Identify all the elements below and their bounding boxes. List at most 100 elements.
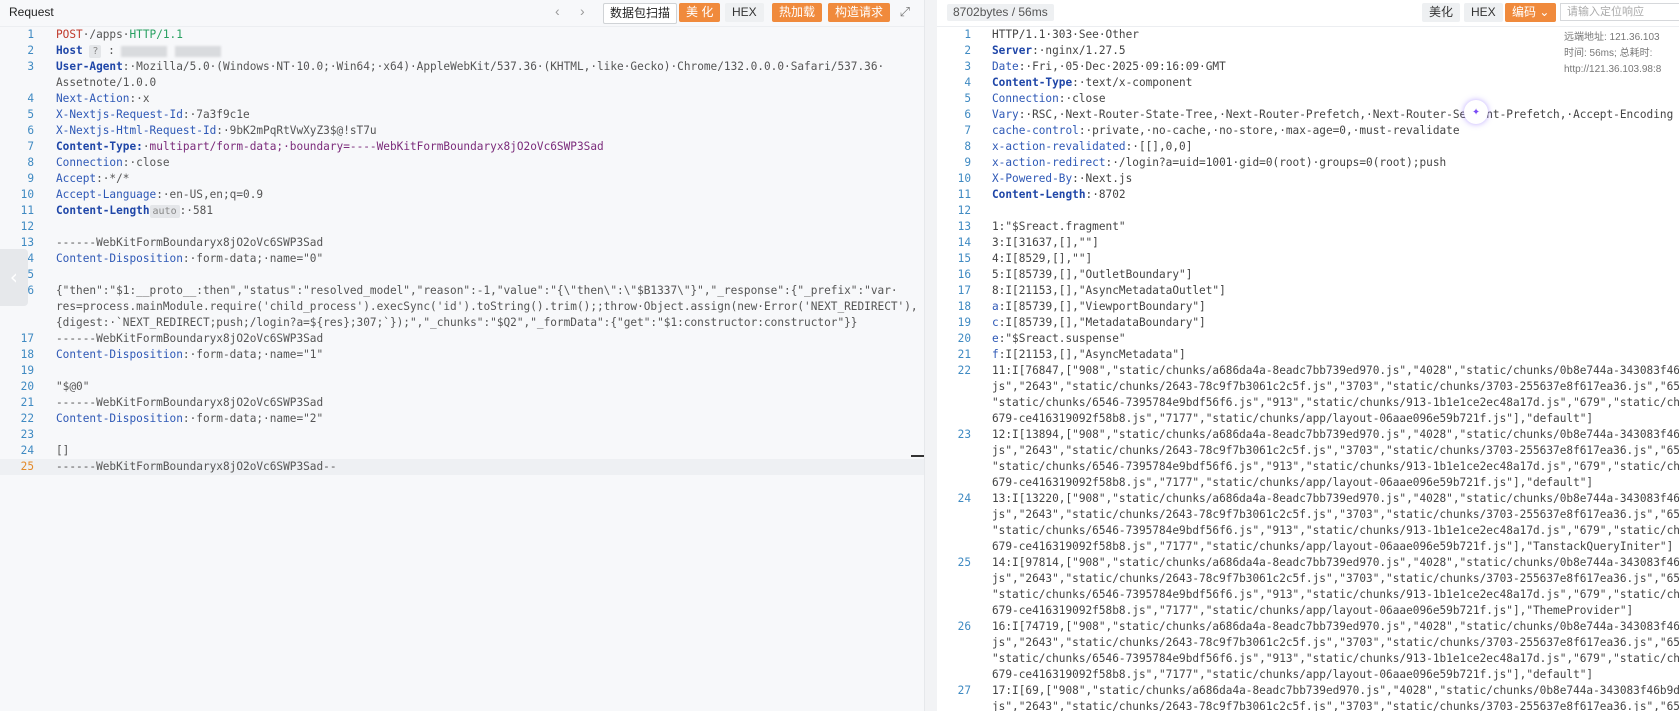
line-number: 7 — [27, 140, 34, 153]
line-content: ------WebKitFormBoundaryx8jO2oVc6SWP3Sad… — [56, 460, 337, 473]
line-number: 23 — [957, 428, 971, 441]
response-hex-button[interactable]: HEX — [1464, 3, 1503, 22]
collapse-left-arrow-icon[interactable]: ‹ — [0, 249, 28, 306]
line-number: 11 — [20, 204, 34, 217]
expand-icon[interactable]: ⤢ — [900, 4, 910, 20]
code-line: 5 Connection:·close — [937, 91, 1679, 107]
code-line: 27 17:I[69,["908","static/chunks/a686da4a… — [937, 683, 1679, 699]
beautify-button[interactable]: 美 化 — [679, 3, 721, 22]
code-line: {digest:·`NEXT_REDIRECT;push;/login?a=${… — [0, 315, 924, 331]
line-content: "static/chunks/6546-7395784e9bdf56f6.js"… — [992, 460, 1679, 473]
line-content: js","2643","static/chunks/2643-78c9f7b30… — [992, 700, 1679, 711]
line-content: Content-Type:·text/x-component — [992, 76, 1193, 89]
pane-splitter[interactable] — [925, 0, 937, 711]
line-content: HTTP/1.1·303·See·Other — [992, 28, 1139, 41]
line-content: Accept-Language:·en-US,en;q=0.9 — [56, 188, 264, 201]
code-line: 9 Accept:·*/* — [0, 171, 924, 187]
line-content: "static/chunks/6546-7395784e9bdf56f6.js"… — [992, 588, 1679, 601]
line-content: User-Agent:·Mozilla/5.0·(Windows·NT·10.0… — [56, 60, 885, 73]
previous-arrow-icon[interactable]: ‹ — [555, 3, 560, 19]
code-line: 679-ce416319092f58b8.js","7177","static/… — [937, 539, 1679, 555]
line-content: "static/chunks/6546-7395784e9bdf56f6.js"… — [992, 652, 1679, 665]
line-number: 19 — [957, 316, 971, 329]
line-number: 14 — [957, 236, 971, 249]
line-number: 25 — [957, 556, 971, 569]
line-number: 5 — [964, 92, 971, 105]
hot-load-button[interactable]: 热加载 — [772, 3, 823, 22]
code-line: 17 ------WebKitFormBoundaryx8jO2oVc6SWP3S… — [0, 331, 924, 347]
line-content: 17:I[69,["908","static/chunks/a686da4a-8… — [992, 684, 1679, 697]
line-content: X-Nextjs-Request-Id:·7a3f9c1e — [56, 108, 250, 121]
line-content: 16:I[74719,["908","static/chunks/a686da4… — [992, 620, 1679, 633]
line-number: 15 — [957, 252, 971, 265]
code-line: 20 "$@0" — [0, 379, 924, 395]
line-number: 18 — [20, 348, 34, 361]
scan-packet-button[interactable]: 数据包扫描 — [603, 3, 678, 24]
code-line: 11 Content-Length auto:·581 — [0, 203, 924, 219]
line-number: 3 — [964, 60, 971, 73]
code-line: 20 e:"$Sreact.suspense" — [937, 331, 1679, 347]
line-content: 679-ce416319092f58b8.js","7177","static/… — [992, 540, 1674, 553]
code-line: 24 13:I[13220,["908","static/chunks/a686d… — [937, 491, 1679, 507]
response-size-badge: 8702bytes / 56ms — [947, 4, 1054, 21]
line-number: 9 — [27, 172, 34, 185]
line-content: Content-Disposition:·form-data;·name="0" — [56, 252, 324, 265]
line-number: 26 — [957, 620, 971, 633]
locate-response-input[interactable]: 请输入定位响应 — [1560, 3, 1679, 21]
line-content: [] — [56, 444, 70, 457]
code-line: 10 Accept-Language:·en-US,en;q=0.9 — [0, 187, 924, 203]
code-line: 6 X-Nextjs-Html-Request-Id:·9bK2mPqRtVwXy… — [0, 123, 924, 139]
line-number: 8 — [964, 140, 971, 153]
line-content: Server:·nginx/1.27.5 — [992, 44, 1126, 57]
line-number: 8 — [27, 156, 34, 169]
line-content: 679-ce416319092f58b8.js","7177","static/… — [992, 476, 1594, 489]
code-line: 21 ------WebKitFormBoundaryx8jO2oVc6SWP3S… — [0, 395, 924, 411]
scroll-marker — [911, 455, 924, 457]
line-number: 3 — [27, 60, 34, 73]
response-beautify-button[interactable]: 美化 — [1422, 3, 1461, 22]
code-line: 11 Content-Length:·8702 — [937, 187, 1679, 203]
line-content: 11:I[76847,["908","static/chunks/a686da4… — [992, 364, 1679, 377]
response-editor[interactable]: 1 HTTP/1.1·303·See·Other 2 Server:·nginx/1.… — [937, 27, 1679, 711]
ai-assistant-icon[interactable]: ✦ — [1464, 100, 1488, 124]
line-number: 7 — [964, 124, 971, 137]
code-line: js","2643","static/chunks/2643-78c9f7b30… — [937, 571, 1679, 587]
code-line: 26 16:I[74719,["908","static/chunks/a686d… — [937, 619, 1679, 635]
line-content: ------WebKitFormBoundaryx8jO2oVc6SWP3Sad — [56, 332, 324, 345]
line-content: Date:·Fri,·05·Dec·2025·09:16:09·GMT — [992, 60, 1226, 73]
line-content: Connection:·close — [992, 92, 1106, 105]
line-content: 1:"$Sreact.fragment" — [992, 220, 1126, 233]
line-content: js","2643","static/chunks/2643-78c9f7b30… — [992, 572, 1679, 585]
line-content: "static/chunks/6546-7395784e9bdf56f6.js"… — [992, 396, 1679, 409]
response-pane: 8702bytes / 56ms 美化 HEX 编码 ⌄ 请输入定位响应 远端地… — [937, 0, 1679, 711]
line-number: 23 — [20, 428, 34, 441]
code-line: 4 Next-Action:·x — [0, 91, 924, 107]
construct-request-button[interactable]: 构造请求 — [828, 3, 891, 22]
code-line: 4 Content-Type:·text/x-component — [937, 75, 1679, 91]
line-content: cache-control:·private,·no-cache,·no-sto… — [992, 124, 1460, 137]
encode-dropdown[interactable]: 编码 ⌄ — [1505, 3, 1557, 22]
line-content: ------WebKitFormBoundaryx8jO2oVc6SWP3Sad — [56, 236, 324, 249]
line-content: res=process.mainModule.require('child_pr… — [56, 300, 918, 313]
line-number: 4 — [964, 76, 971, 89]
line-content: x-action-redirect:·/login?a=uid=1001·gid… — [992, 156, 1447, 169]
line-number: 6 — [27, 124, 34, 137]
hex-button[interactable]: HEX — [725, 3, 764, 22]
line-number: 10 — [957, 172, 971, 185]
line-number: 22 — [957, 364, 971, 377]
line-content: Content-Length:·8702 — [992, 188, 1126, 201]
line-content: "static/chunks/6546-7395784e9bdf56f6.js"… — [992, 524, 1679, 537]
line-content: {digest:·`NEXT_REDIRECT;push;/login?a=${… — [56, 316, 858, 329]
encode-label: 编码 — [1512, 5, 1537, 19]
line-number: 27 — [957, 684, 971, 697]
line-number: 5 — [27, 108, 34, 121]
code-line: js","2643","static/chunks/2643-78c9f7b30… — [937, 443, 1679, 459]
line-content: 5:I[85739,[],"OutletBoundary"] — [992, 268, 1193, 281]
line-content: 4:I[8529,[],""] — [992, 252, 1093, 265]
line-content: Content-Disposition:·form-data;·name="2" — [56, 412, 324, 425]
code-line: 25 ------WebKitFormBoundaryx8jO2oVc6SWP3S… — [0, 459, 924, 475]
next-arrow-icon[interactable]: › — [580, 3, 585, 19]
line-content: X-Nextjs-Html-Request-Id:·9bK2mPqRtVwXyZ… — [56, 124, 377, 137]
code-line: 1 HTTP/1.1·303·See·Other — [937, 27, 1679, 43]
request-editor[interactable]: 1 POST·/apps·HTTP/1.1 2 Host ? : 3 User-Agen… — [0, 27, 924, 711]
